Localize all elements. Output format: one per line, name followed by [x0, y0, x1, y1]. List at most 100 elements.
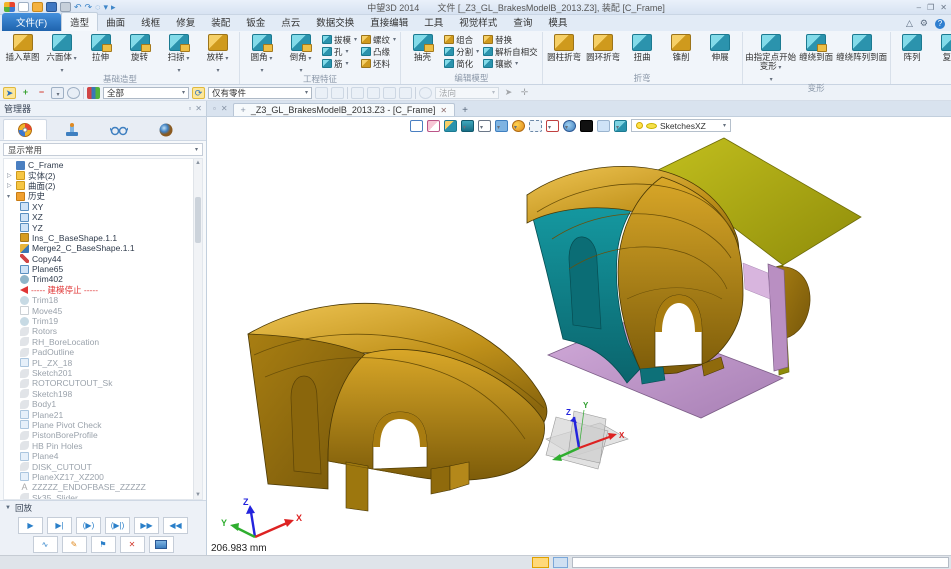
tree-item[interactable]: Plane65 — [4, 264, 202, 274]
extrude-button[interactable]: 拉伸 — [81, 32, 120, 62]
insert-sketch-button[interactable]: 插入草图 — [3, 32, 42, 62]
tree-item[interactable]: Sketch198 — [4, 389, 202, 399]
tree-item[interactable]: PistonBoreProfile — [4, 430, 202, 440]
tab-mold[interactable]: 模具 — [540, 13, 575, 31]
deform-by-point-button[interactable]: 由指定点开始变形 — [745, 32, 797, 83]
revolve-button[interactable]: 旋转 — [120, 32, 159, 62]
tree-item[interactable]: XZ — [4, 212, 202, 222]
command-input[interactable] — [572, 557, 949, 568]
rib-button[interactable]: 筋 — [322, 58, 357, 69]
spline-tool-button[interactable]: ∿ — [33, 536, 58, 553]
block-button[interactable]: 六面体 — [42, 32, 81, 74]
doc-restore-icon[interactable]: ▫ — [213, 104, 216, 113]
history-manager-tab[interactable] — [3, 119, 47, 140]
tree-item[interactable]: Body1 — [4, 399, 202, 409]
swap-icon[interactable] — [315, 87, 328, 99]
remove-selection-icon[interactable]: − — [35, 87, 48, 99]
visibility-manager-tab[interactable] — [97, 119, 141, 140]
align-icon[interactable] — [331, 87, 344, 99]
tree-item-model-stop[interactable]: ----- 建模停止 ----- — [4, 285, 202, 295]
stretch-button[interactable]: 伸展 — [701, 32, 740, 62]
tree-item[interactable]: Move45 — [4, 305, 202, 315]
draft-button[interactable]: 拔模 — [322, 34, 357, 45]
play-step-button[interactable]: (▶) — [76, 517, 101, 534]
table-display-icon[interactable] — [532, 557, 549, 568]
model-scene[interactable]: Y Z X Z X Y — [207, 117, 951, 555]
tree-item[interactable]: Trim18 — [4, 295, 202, 305]
restore-button[interactable]: ❐ — [927, 3, 934, 12]
tree-item[interactable]: Sk35_Slider — [4, 493, 202, 501]
stack-bottom-icon[interactable] — [383, 87, 396, 99]
tree-item[interactable]: XY — [4, 202, 202, 212]
sweep-button[interactable]: 扫掠 — [159, 32, 198, 74]
tree-filter-combo[interactable]: 显示常用 ▾ — [3, 143, 203, 156]
tab-assembly[interactable]: 装配 — [203, 13, 238, 31]
zoom-fit-icon[interactable] — [529, 120, 542, 132]
tab-inquire[interactable]: 查询 — [505, 13, 540, 31]
section-view-icon[interactable] — [546, 120, 559, 132]
collapse-triangle-icon[interactable]: ▼ — [5, 505, 11, 511]
shaded-edges-icon[interactable] — [461, 120, 474, 132]
tree-item[interactable]: DISK_CUTOUT — [4, 461, 202, 471]
play-step-next-button[interactable]: (▶|) — [105, 517, 130, 534]
hide-icon[interactable] — [399, 87, 412, 99]
loft-button[interactable]: 放样 — [198, 32, 237, 74]
taper-button[interactable]: 锥削 — [662, 32, 701, 62]
play-to-next-button[interactable]: ▶| — [47, 517, 72, 534]
tree-item[interactable]: YZ — [4, 222, 202, 232]
filter-all-combo[interactable]: 全部▾ — [103, 87, 189, 99]
tab-close-icon[interactable]: ✕ — [440, 106, 447, 115]
copy-button[interactable]: 复制 — [932, 32, 951, 62]
print-icon[interactable] — [60, 2, 71, 12]
stock-button[interactable]: 坯料 — [361, 58, 396, 69]
tree-scrollbar[interactable]: ▲▼ — [193, 159, 202, 499]
delete-button[interactable]: ✕ — [120, 536, 145, 553]
new-file-icon[interactable] — [18, 2, 29, 12]
render-manager-tab[interactable] — [144, 119, 188, 140]
regen-manager-tab[interactable] — [50, 119, 94, 140]
tree-item[interactable]: RH_BoreLocation — [4, 337, 202, 347]
tree-item[interactable]: Plane4 — [4, 451, 202, 461]
filter-parts-combo[interactable]: 仅有零件▾ — [208, 87, 312, 99]
plane-display-icon[interactable] — [495, 120, 508, 132]
save-icon[interactable] — [46, 2, 57, 12]
stack-mid-icon[interactable] — [367, 87, 380, 99]
resolve-selfintersect-button[interactable]: 解析自相交 — [483, 46, 538, 57]
wrap-pattern-to-face-button[interactable]: 缠绕阵列到面 — [836, 32, 888, 62]
fast-forward-button[interactable]: ▶▶ — [134, 517, 159, 534]
panel-float-icon[interactable]: ▫ — [188, 104, 191, 113]
fillet-button[interactable]: 圆角 — [242, 32, 281, 74]
tab-direct-edit[interactable]: 直接编辑 — [362, 13, 416, 31]
white-swatch-icon[interactable] — [597, 120, 610, 132]
tree-item[interactable]: ▾历史 — [4, 191, 202, 201]
tree-item[interactable]: Copy44 — [4, 254, 202, 264]
blend-display-icon[interactable] — [614, 120, 627, 132]
help-icon[interactable]: ? — [935, 19, 945, 29]
lasso-select-icon[interactable] — [67, 87, 80, 99]
tree-item[interactable]: PlaneXZ17_XZ200 — [4, 472, 202, 482]
tree-item[interactable]: Plane Pivot Check — [4, 420, 202, 430]
window-select-icon[interactable] — [51, 87, 64, 99]
inlay-button[interactable]: 镶嵌 — [483, 58, 538, 69]
play-button[interactable]: ▶ — [18, 517, 43, 534]
walkthrough-icon[interactable] — [410, 120, 423, 132]
left-brake-model[interactable] — [248, 303, 547, 511]
stack-top-icon[interactable] — [351, 87, 364, 99]
tab-wireframe[interactable]: 线框 — [133, 13, 168, 31]
regen-icon[interactable]: ◌ — [95, 2, 100, 12]
screen-button[interactable] — [149, 536, 174, 553]
minimize-button[interactable]: – — [917, 3, 921, 12]
black-swatch-icon[interactable] — [580, 120, 593, 132]
pick-normal-icon[interactable]: ➤ — [502, 87, 515, 99]
new-tab-button[interactable]: + — [458, 105, 472, 116]
background-icon[interactable] — [563, 120, 576, 132]
edit-feature-button[interactable]: ✎ — [62, 536, 87, 553]
qa-dropdown-icon[interactable]: ▾ — [103, 2, 108, 12]
tab-surface[interactable]: 曲面 — [98, 13, 133, 31]
panel-close-icon[interactable]: ✕ — [195, 104, 202, 113]
add-selection-icon[interactable]: + — [19, 87, 32, 99]
tab-shape[interactable]: 造型 — [61, 12, 98, 31]
replace-button[interactable]: 替换 — [483, 34, 538, 45]
window-display-icon[interactable] — [553, 557, 568, 568]
redo-icon[interactable]: ↷ — [85, 2, 93, 12]
